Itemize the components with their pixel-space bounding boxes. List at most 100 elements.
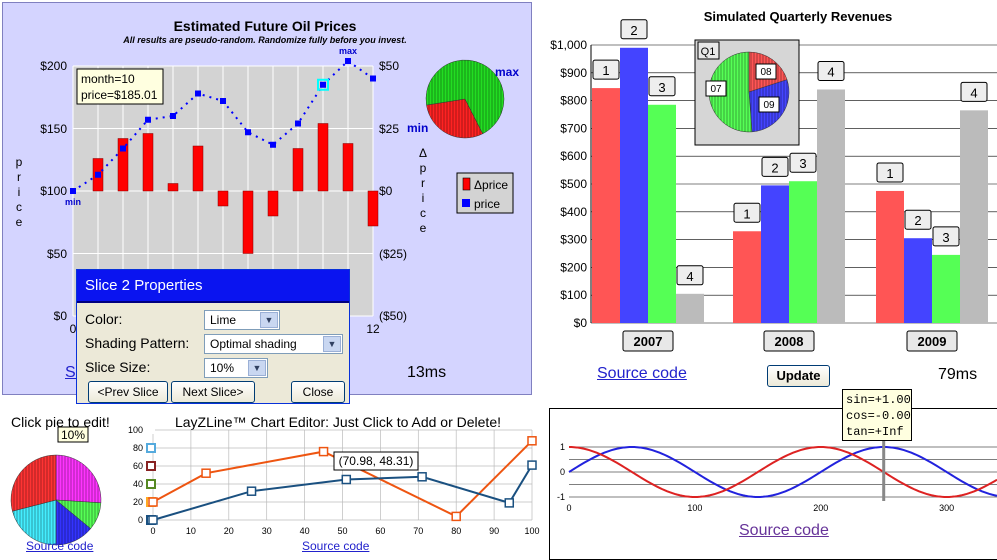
revenue-bar — [620, 47, 648, 323]
lazyline-point — [527, 460, 537, 470]
slice-size-value: 10% — [210, 361, 235, 375]
lazyline-x-tick: 60 — [375, 526, 385, 536]
oil-price-point — [70, 188, 76, 194]
lazyline-point — [201, 468, 211, 478]
shading-select[interactable]: Optimal shading ▼ — [204, 334, 343, 354]
close-button[interactable]: Close — [291, 381, 345, 403]
oil-max-label: max — [339, 46, 357, 56]
oil-dprice-bar — [167, 183, 179, 192]
revenue-y-tick: $400 — [560, 205, 587, 219]
revenue-bar-label: 3 — [942, 230, 949, 245]
oil-tooltip-month: month=10 — [81, 72, 135, 86]
revenue-bar — [960, 110, 988, 323]
revenue-bar-label: 1 — [886, 166, 893, 181]
revenue-bar — [676, 293, 704, 323]
slice-size-label: Slice Size: — [85, 359, 151, 375]
chevron-down-icon: ▼ — [260, 312, 278, 328]
legend-dprice-swatch — [462, 177, 471, 191]
trig-readout: sin=+1.00 cos=-0.00 tan=+Inf — [842, 389, 912, 441]
color-select-value: Lime — [210, 313, 237, 327]
revenue-chart[interactable]: Simulated Quarterly Revenues $1,000 $900 $… — [540, 2, 997, 362]
lazyline-y-tick: 60 — [133, 461, 143, 471]
oil-price-point — [245, 129, 251, 136]
prev-slice-button[interactable]: <Prev Slice — [88, 381, 168, 403]
lazyline-x-tick: 0 — [150, 526, 155, 536]
oil-price-point — [345, 58, 351, 64]
revenue-category-label: 2008 — [775, 334, 804, 349]
revenue-y-tick: $200 — [560, 260, 587, 274]
lazyline-swatch — [146, 443, 156, 453]
trig-x-tick: 0 — [566, 503, 571, 513]
lazyline-x-tick: 20 — [224, 526, 234, 536]
oil-y-left-tick: $200 — [40, 59, 67, 73]
oil-price-point — [170, 113, 176, 119]
oil-dprice-bar — [142, 133, 154, 192]
oil-mini-pie[interactable] — [425, 59, 505, 139]
lazyline-point — [504, 498, 515, 508]
oil-timing: 13ms — [407, 364, 447, 381]
lazyline-point — [341, 474, 352, 485]
revenue-source-link[interactable]: Source code — [597, 365, 687, 383]
revenue-bar-label: 3 — [799, 156, 806, 171]
revenue-y-tick: $700 — [560, 121, 587, 135]
oil-y-right-tick: $50 — [379, 59, 399, 73]
pie-callout-text: 10% — [61, 428, 85, 442]
trig-readout-sin: sin=+1.00 — [846, 393, 911, 407]
lazyline-x-tick: 100 — [524, 526, 539, 536]
oil-chart-title: Estimated Future Oil Prices — [174, 18, 357, 34]
revenue-bar — [817, 89, 845, 323]
inset-title: Q1 — [701, 46, 716, 58]
oil-y-right-tick: $0 — [379, 184, 393, 198]
legend-dprice-label: Δprice — [474, 178, 508, 192]
update-button[interactable]: Update — [767, 365, 830, 387]
lazyline-point — [246, 486, 257, 496]
color-select[interactable]: Lime ▼ — [204, 310, 280, 330]
revenue-bar-label: 3 — [658, 80, 665, 95]
revenue-y-tick: $1,000 — [550, 38, 587, 52]
trig-x-tick: 300 — [939, 503, 954, 513]
oil-dprice-bar — [192, 145, 204, 192]
trig-x-tick: 200 — [813, 503, 828, 513]
lazyline-chart[interactable]: LayZLine™ Chart Editor: Just Click to Ad… — [122, 408, 547, 560]
lazyline-source-link[interactable]: Source code — [302, 539, 369, 553]
lazyline-point — [417, 472, 427, 482]
shading-select-value: Optimal shading — [210, 337, 297, 351]
revenue-inset-pie[interactable]: Q1 08 09 07 — [694, 39, 800, 146]
trig-source-link[interactable]: Source code — [739, 522, 829, 540]
oil-legend: Δprice price — [456, 172, 514, 214]
chevron-down-icon: ▼ — [323, 336, 341, 352]
oil-dprice-bar — [292, 148, 304, 192]
lazyline-swatch — [146, 479, 156, 489]
slice-size-select[interactable]: 10% ▼ — [204, 358, 268, 378]
revenue-bar-label: 1 — [602, 63, 609, 78]
color-label: Color: — [85, 311, 123, 327]
oil-price-point — [270, 141, 276, 148]
lazyline-point — [451, 511, 461, 522]
pie-source-link[interactable]: Source code — [26, 539, 93, 553]
trig-y-tick: 0 — [560, 467, 565, 477]
oil-price-point — [145, 116, 151, 123]
revenue-bar-label: 2 — [630, 23, 637, 38]
lazyline-y-tick: 100 — [128, 425, 143, 435]
lazyline-point — [148, 497, 158, 507]
editable-pie-chart[interactable]: 10% — [0, 422, 122, 547]
revenue-bar — [648, 104, 676, 324]
trig-readout-cos: cos=-0.00 — [846, 409, 911, 423]
oil-y-right-tick: ($50) — [379, 309, 407, 323]
oil-dprice-bar — [242, 190, 254, 254]
revenue-bar — [733, 231, 761, 323]
oil-price-point — [195, 90, 201, 97]
next-slice-button[interactable]: Next Slice> — [171, 381, 255, 403]
revenue-bar-label: 4 — [686, 269, 693, 284]
oil-pie-max-label: max — [495, 65, 519, 79]
lazyline-x-tick: 50 — [337, 526, 347, 536]
lazyline-tooltip: (70.98, 48.31) — [333, 451, 419, 471]
revenue-timing: 79ms — [938, 366, 978, 383]
trig-y-tick: -1 — [557, 492, 565, 502]
revenue-bar-label: 2 — [771, 160, 778, 175]
revenue-bar — [592, 88, 620, 323]
oil-x-tick-last: 12 — [366, 322, 380, 336]
pie-callout: 10% — [57, 426, 89, 443]
trig-chart[interactable]: 10-10 100 200 300 — [550, 409, 997, 519]
revenue-y-tick: $500 — [560, 177, 587, 191]
